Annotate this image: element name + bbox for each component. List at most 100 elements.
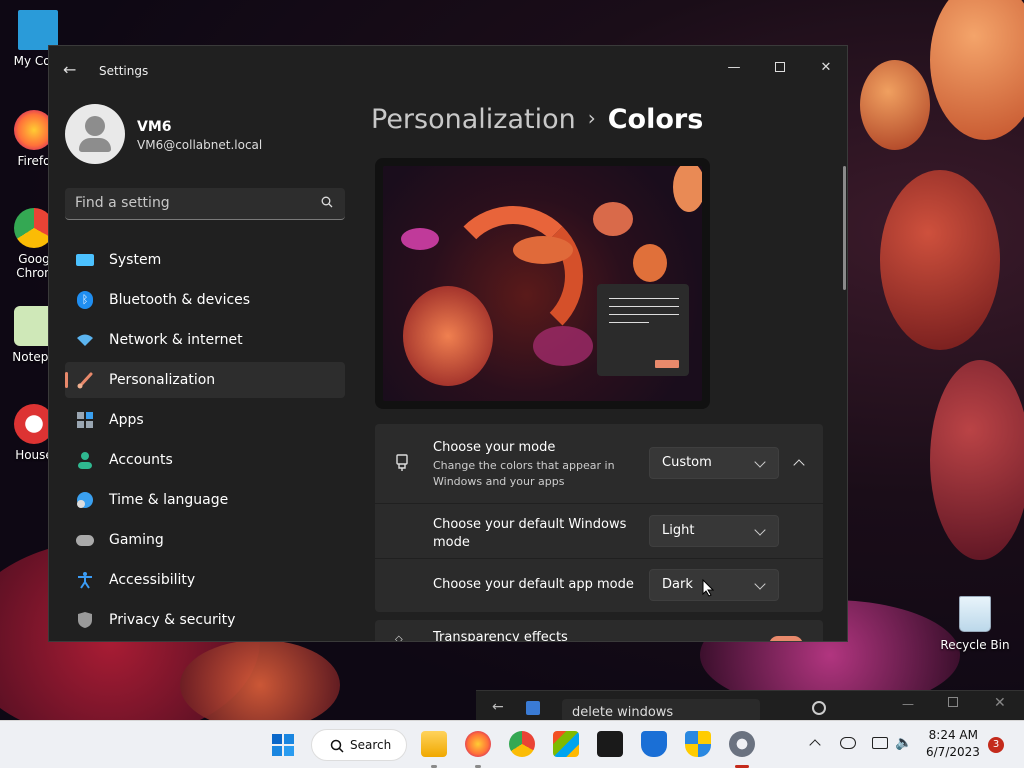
sidebar-item-gaming[interactable]: Gaming [65,522,345,558]
store-icon[interactable] [553,731,579,757]
clock-date: 6/7/2023 [926,745,980,759]
sidebar-item-label: Personalization [109,372,216,388]
sidebar-item-label: Accounts [109,452,173,468]
user-profile[interactable]: VM6 VM6@collabnet.local [65,104,262,164]
chevron-down-icon [754,524,766,536]
close-button[interactable]: ✕ [803,52,847,82]
transparency-title: Transparency effects [433,630,568,642]
notification-badge[interactable]: 3 [988,737,1004,753]
sidebar-item-apps[interactable]: Apps [65,402,345,438]
transparency-icon: ◇ [395,634,403,642]
preview-blob [633,244,667,282]
search-input[interactable] [65,188,305,218]
taskbar: Search 🔈 8:24 AM 6/7/2023 3 [0,720,1024,768]
sidebar-item-label: Time & language [109,492,229,508]
close-icon[interactable]: ✕ [994,695,1006,711]
back-arrow-icon[interactable]: ← [63,60,83,80]
sidebar-item-network[interactable]: Network & internet [65,322,345,358]
user-name: VM6 [137,119,172,135]
theme-preview [375,158,710,409]
accessibility-icon [75,570,95,590]
globe-clock-icon [75,490,95,510]
preview-blob [403,286,493,386]
file-explorer-icon[interactable] [421,731,447,757]
breadcrumb-parent[interactable]: Personalization [371,104,576,135]
recycle-bin-icon [959,596,991,632]
transparency-row[interactable]: ◇ Transparency effects [375,620,823,642]
windows-mode-row: Choose your default Windows mode Light [375,504,823,558]
recycle-bin[interactable]: Recycle Bin [940,596,1010,652]
chevron-down-icon [754,578,766,590]
minimize-icon[interactable]: — [902,697,914,711]
bluetooth-icon: ᛒ [75,290,95,310]
preview-blob [513,236,573,264]
desktop-icon-label: Firefo [17,154,51,168]
settings-search[interactable] [65,188,345,220]
sidebar-item-label: Gaming [109,532,164,548]
choose-mode-subtitle: Change the colors that appear in Windows… [433,459,615,488]
settings-window: ← Settings — ✕ VM6 VM6@collabnet.local S… [48,45,848,642]
choose-mode-card[interactable]: Choose your mode Change the colors that … [375,424,823,503]
preview-blob [401,228,439,250]
scrollbar[interactable] [843,166,846,290]
gamepad-icon [75,530,95,550]
sidebar-item-privacy[interactable]: Privacy & security [65,602,345,638]
chrome-icon[interactable] [509,731,535,757]
firefox-icon[interactable] [465,731,491,757]
preview-blob [673,166,702,212]
preview-wallpaper [383,166,702,401]
apps-icon [75,410,95,430]
person-icon [75,450,95,470]
sidebar-item-accessibility[interactable]: Accessibility [65,562,345,598]
defender-shield-icon[interactable] [641,731,667,757]
app-mode-value: Dark [662,577,693,592]
preview-accent-button [655,360,679,368]
sidebar-item-system[interactable]: System [65,242,345,278]
taskbar-search-label: Search [350,738,392,752]
sidebar-item-time-language[interactable]: Time & language [65,482,345,518]
sidebar-item-personalization[interactable]: Personalization [65,362,345,398]
preview-blob [533,326,593,366]
mouse-cursor [702,579,714,597]
maximize-button[interactable] [757,52,803,82]
network-icon[interactable] [872,737,888,749]
background-window[interactable]: ← delete windows — ✕ [476,690,1024,723]
avatar-head [85,116,105,136]
sidebar-item-bluetooth[interactable]: ᛒ Bluetooth & devices [65,282,345,318]
minimize-button[interactable]: — [711,52,757,82]
settings-gear-icon[interactable] [729,731,755,757]
app-mode-dropdown[interactable]: Dark [649,569,779,601]
wallpaper-blob [930,0,1024,140]
wallpaper-blob [880,170,1000,350]
wallpaper-blob [860,60,930,150]
volume-icon[interactable]: 🔈 [895,735,912,751]
preview-blob [593,202,633,236]
transparency-toggle[interactable] [769,636,803,641]
onedrive-offline-icon[interactable] [840,737,856,749]
clock-time: 8:24 AM [928,728,978,742]
sidebar-item-label: Bluetooth & devices [109,292,251,308]
taskbar-search[interactable]: Search [311,729,407,761]
windows-mode-value: Light [662,523,695,538]
preview-line [609,322,649,323]
app-mode-row: Choose your default app mode Dark [375,559,823,612]
choose-mode-title: Choose your mode [433,440,556,455]
maximize-icon[interactable] [948,697,958,707]
sidebar-item-label: System [109,252,162,268]
terminal-icon[interactable] [597,731,623,757]
preview-mini-window [597,284,689,376]
brush-icon [75,370,95,390]
mode-dropdown[interactable]: Custom [649,447,779,479]
chevron-up-icon[interactable] [793,459,805,471]
app-mode-title: Choose your default app mode [433,577,634,592]
windows-start-icon[interactable] [272,734,294,756]
back-arrow-icon[interactable]: ← [492,699,504,715]
sidebar-item-accounts[interactable]: Accounts [65,442,345,478]
clock[interactable]: 8:24 AM 6/7/2023 [926,728,980,759]
store-icon [526,701,540,715]
security-shield-icon[interactable] [685,731,711,757]
windows-mode-dropdown[interactable]: Light [649,515,779,547]
windows-mode-title: Choose your default Windows mode [433,517,627,550]
chevron-up-icon[interactable] [809,739,821,751]
account-icon[interactable] [812,701,826,715]
